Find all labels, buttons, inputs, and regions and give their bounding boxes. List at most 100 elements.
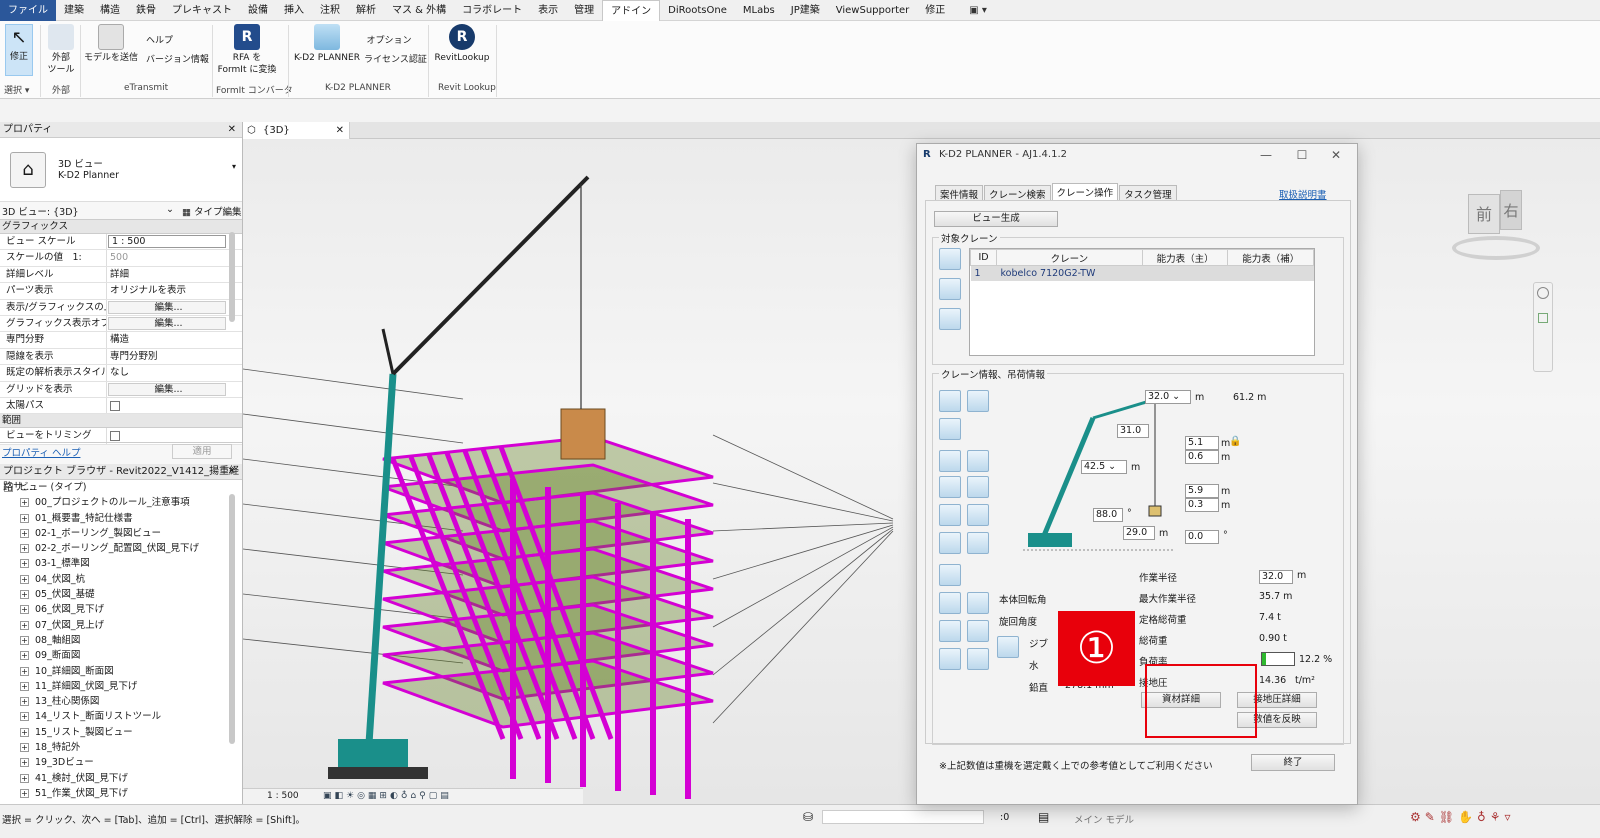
browser-item[interactable]: +06_伏図_見下げ <box>0 602 242 617</box>
column-header[interactable]: 能力表（主） <box>1141 249 1229 266</box>
crane-tool-icon[interactable] <box>967 450 989 472</box>
ribbon-tab-10[interactable]: コラボレート <box>454 0 530 21</box>
viewcube[interactable]: 前 右 <box>1440 184 1550 264</box>
property-value[interactable]: 専門分野別 <box>107 349 242 364</box>
property-value[interactable]: なし <box>107 365 242 380</box>
crane-tool-icon[interactable] <box>939 418 961 440</box>
properties-scrollbar[interactable] <box>229 232 235 322</box>
browser-item[interactable]: +09_断面図 <box>0 648 242 663</box>
crane-tool-icon[interactable] <box>967 476 989 498</box>
boom-length-input[interactable]: 31.0 <box>1117 424 1149 438</box>
browser-item[interactable]: +19_3Dビュー <box>0 755 242 770</box>
crane-tool-icon[interactable] <box>967 390 989 412</box>
send-model-button[interactable]: モデルを送信 <box>84 24 138 64</box>
ribbon-tab-9[interactable]: マス & 外構 <box>384 0 454 21</box>
crop-view-checkbox[interactable] <box>110 431 120 442</box>
ribbon-options-icon[interactable]: ▣ ▾ <box>969 5 987 16</box>
browser-item[interactable]: +01_概要書_特記仕様書 <box>0 511 242 526</box>
ribbon-tab-15[interactable]: MLabs <box>735 0 783 21</box>
crane-tool-icon[interactable] <box>939 532 961 554</box>
browser-item[interactable]: +04_伏図_杭 <box>0 572 242 587</box>
view-control-icons[interactable]: ▣◧☀◎▦⊞◐♁⌂⚲▢▤ <box>323 789 452 804</box>
property-value[interactable]: 詳細 <box>107 267 242 282</box>
radius-input[interactable]: 29.0 <box>1123 526 1155 540</box>
property-value[interactable]: 編集... <box>108 316 226 331</box>
navigation-bar[interactable] <box>1533 282 1553 372</box>
boom-angle-select[interactable]: 42.5 ⌄ <box>1081 460 1127 474</box>
browser-item[interactable]: +00_プロジェクトのルール_注意事項 <box>0 495 242 510</box>
crane-tool-icon[interactable] <box>997 636 1019 658</box>
view-tab-3d[interactable]: ⬡ {3D} ✕ <box>243 122 350 139</box>
column-header[interactable]: ID <box>970 249 997 266</box>
hook-offset-input[interactable]: 0.6 <box>1185 450 1219 464</box>
close-icon[interactable]: ✕ <box>336 122 344 139</box>
browser-item[interactable]: +10_詳細図_断面図 <box>0 664 242 679</box>
property-value[interactable] <box>107 398 242 413</box>
ribbon-tab-13[interactable]: アドイン <box>602 0 661 21</box>
help-button[interactable]: ヘルプ <box>146 35 173 47</box>
steering-wheel-icon[interactable] <box>1537 287 1549 299</box>
select-panel-label[interactable]: 選択 ▾ <box>4 83 29 96</box>
workset-dropdown[interactable] <box>822 810 984 824</box>
expand-icon[interactable]: + <box>20 620 29 630</box>
column-header[interactable]: 能力表（補） <box>1227 249 1314 266</box>
close-icon[interactable]: ✕ <box>1321 144 1351 166</box>
column-header[interactable]: クレーン <box>996 249 1143 266</box>
apply-button[interactable]: 適用 <box>172 444 232 459</box>
browser-item[interactable]: +02-2_ボーリング_配置図_伏図_見下げ <box>0 541 242 556</box>
properties-help-link[interactable]: プロパティ ヘルプ <box>2 445 80 459</box>
ground-angle-input[interactable]: 0.0 <box>1185 530 1219 544</box>
table-row[interactable]: 1 kobelco 7120G2-TW <box>970 265 1314 281</box>
property-value[interactable]: 1 : 500 <box>108 235 226 249</box>
group-graphics[interactable]: グラフィックス <box>0 220 242 234</box>
browser-item[interactable]: +18_特記外 <box>0 740 242 755</box>
license-button[interactable]: ライセンス認証 <box>364 54 427 66</box>
expand-icon[interactable]: + <box>20 590 29 600</box>
ribbon-tab-7[interactable]: 注釈 <box>312 0 348 21</box>
expand-icon[interactable]: + <box>20 681 29 691</box>
view-scale-label[interactable]: 1 : 500 <box>267 789 299 804</box>
expand-icon[interactable]: + <box>20 666 29 676</box>
expand-icon[interactable]: + <box>20 712 29 722</box>
expand-icon[interactable]: + <box>20 788 29 798</box>
selection-filter-icons[interactable]: ⚙✎⛓✋♁⚘▿ <box>1410 810 1515 824</box>
ribbon-tab-1[interactable]: 建築 <box>56 0 92 21</box>
external-tools-button[interactable]: 外部 ツール <box>44 24 78 76</box>
browser-item[interactable]: +02-1_ボーリング_製図ビュー <box>0 526 242 541</box>
expand-icon[interactable]: + <box>20 528 29 538</box>
add-crane-icon[interactable] <box>939 248 961 270</box>
expand-icon[interactable]: + <box>20 574 29 584</box>
ribbon-tab-11[interactable]: 表示 <box>530 0 566 21</box>
crane-tool-icon[interactable] <box>967 504 989 526</box>
crane-tool-icon[interactable] <box>939 648 961 670</box>
instance-selector[interactable]: 3D ビュー: {3D} ⌄ <box>0 204 178 218</box>
expand-icon[interactable]: + <box>20 773 29 783</box>
sun-path-checkbox[interactable] <box>110 400 120 411</box>
view-generate-button[interactable]: ビュー生成 <box>934 211 1058 227</box>
browser-item[interactable]: +05_伏図_基礎 <box>0 587 242 602</box>
expand-icon[interactable]: + <box>20 651 29 661</box>
expand-icon[interactable]: + <box>20 498 29 508</box>
expand-icon[interactable]: + <box>20 544 29 554</box>
viewcube-right-face[interactable]: 右 <box>1500 190 1522 230</box>
property-value[interactable]: オリジナルを表示 <box>107 283 242 298</box>
swing-angle-input[interactable]: 88.0 <box>1093 508 1123 522</box>
load-offset-input[interactable]: 0.3 <box>1185 498 1219 512</box>
ribbon-tab-5[interactable]: 設備 <box>240 0 276 21</box>
browser-item[interactable]: +41_検討_伏図_見下げ <box>0 771 242 786</box>
crane-tool-icon[interactable] <box>967 532 989 554</box>
browser-item[interactable]: +15_リスト_製図ビュー <box>0 725 242 740</box>
ribbon-tab-0[interactable]: ファイル <box>0 0 56 21</box>
expand-icon[interactable]: + <box>20 635 29 645</box>
option-button[interactable]: オプション <box>362 35 416 47</box>
close-icon[interactable]: ✕ <box>228 122 236 138</box>
load-height-input[interactable]: 5.9 <box>1185 484 1219 498</box>
group-range[interactable]: 範囲 <box>0 414 242 429</box>
workset-icon[interactable]: ⛁ <box>803 810 813 824</box>
manual-link[interactable]: 取扱説明書 <box>1279 187 1327 201</box>
ribbon-tab-17[interactable]: ViewSupporter <box>828 0 918 21</box>
browser-scrollbar[interactable] <box>229 494 235 744</box>
design-option-label[interactable]: メイン モデル <box>1074 812 1134 826</box>
ribbon-tab-18[interactable]: 修正 <box>917 0 953 21</box>
crane-tool-icon[interactable] <box>939 592 961 614</box>
